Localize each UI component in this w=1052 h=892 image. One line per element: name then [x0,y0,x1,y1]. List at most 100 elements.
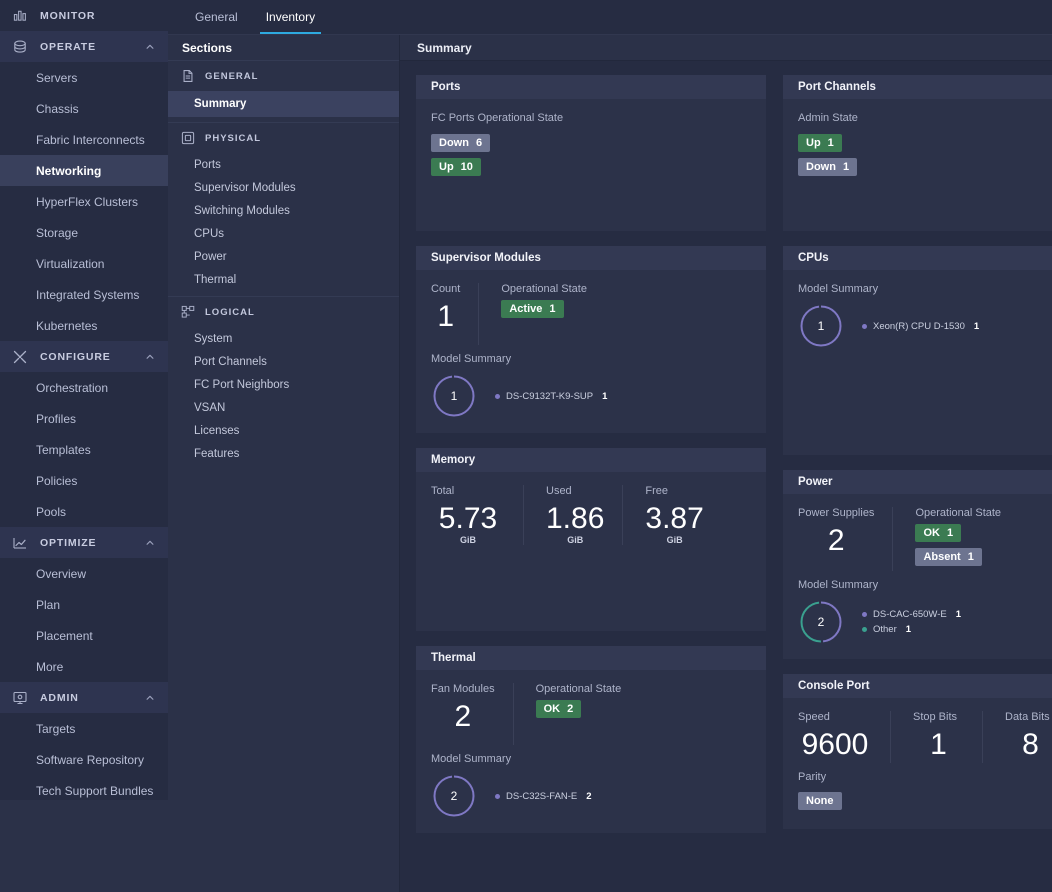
section-item-ports[interactable]: Ports [168,153,399,176]
thermal-badge-list: OK 2 [535,699,622,723]
sidebar-item-templates[interactable]: Templates [0,434,168,465]
port-channels-badge-list: Up 1 Down 1 [798,133,1052,181]
status-badge: OK 2 [535,700,582,718]
square-outline-icon [180,130,196,146]
power-stats: Power Supplies 2 Operational State OK 1 Ab… [798,507,1052,571]
sidebar-item-orchestration[interactable]: Orchestration [0,372,168,403]
section-item-port-channels[interactable]: Port Channels [168,350,399,373]
sidebar-item-hyperflex-clusters[interactable]: HyperFlex Clusters [0,186,168,217]
tab-inventory[interactable]: Inventory [252,0,329,34]
status-badge: Active 1 [501,300,564,318]
chevron-up-icon[interactable] [144,351,156,363]
model-donut-chart: 1 [431,373,477,419]
sidebar-item-integrated-systems[interactable]: Integrated Systems [0,279,168,310]
section-item-system[interactable]: System [168,327,399,350]
legend-model-count: 1 [905,624,912,635]
sidebar-item-more[interactable]: More [0,651,168,682]
section-item-vsan[interactable]: VSAN [168,396,399,419]
legend-model-name: Other [873,624,897,635]
sidebar-item-overview[interactable]: Overview [0,558,168,589]
document-icon [180,68,196,84]
section-item-features[interactable]: Features [168,442,399,465]
section-item-cpus[interactable]: CPUs [168,222,399,245]
nav-group-label: ADMIN [40,691,79,704]
stat-value: 5.73 [438,502,498,535]
sidebar-item-fabric-interconnects[interactable]: Fabric Interconnects [0,124,168,155]
chevron-up-icon[interactable] [144,692,156,704]
supervisor-model-row: 1 DS-C9132T-K9-SUP 1 [431,373,751,419]
sidebar-item-networking[interactable]: Networking [0,155,168,186]
supervisor-count-label: Count [431,283,461,295]
nav-group-operate[interactable]: OPERATE [0,31,168,62]
stat-label: Speed [798,711,830,723]
chevron-up-icon[interactable] [144,537,156,549]
card-body-memory: Total 5.73 GiB Used 1.86 GiB Free 3.87 GiB [416,472,766,631]
primary-sidebar: MONITOR OPERATE Servers Chassis Fabric Inter… [0,0,168,892]
supervisor-model-summary: Model Summary 1 DS-C9132T-K9-SUP 1 [431,353,751,419]
status-badge: None [798,792,842,810]
chevron-up-icon[interactable] [144,41,156,53]
sidebar-item-placement[interactable]: Placement [0,620,168,651]
stat-column: Used 1.86 GiB [523,485,622,545]
stat-value: 1 [930,728,947,761]
status-badge-label: Up [439,161,454,173]
card-title-console-port: Console Port [783,674,1052,698]
tools-icon [10,347,30,367]
power-model-row: 2 DS-CAC-650W-E 1 Other 1 [798,599,1052,645]
cpus-model-summary: Model Summary 1 Xeon(R) CPU D-1530 1 [798,283,1052,349]
sidebar-item-plan[interactable]: Plan [0,589,168,620]
status-badge: Up 1 [798,134,842,152]
sidebar-item-software-repository[interactable]: Software Repository [0,744,168,775]
section-item-fc-port-neighbors[interactable]: FC Port Neighbors [168,373,399,396]
sidebar-item-chassis[interactable]: Chassis [0,93,168,124]
sidebar-item-policies[interactable]: Policies [0,465,168,496]
stat-label: Stop Bits [913,711,958,723]
section-item-licenses[interactable]: Licenses [168,419,399,442]
status-badge-label: Down [439,137,469,149]
stat-label: Data Bits [1005,711,1050,723]
stat-value: 8 [1022,728,1039,761]
nav-group-monitor[interactable]: MONITOR [0,0,168,31]
legend-model-name: DS-C9132T-K9-SUP [506,390,594,402]
layers-icon [10,37,30,57]
power-state-stat: Operational State OK 1 Absent 1 [892,507,1019,571]
sidebar-item-kubernetes[interactable]: Kubernetes [0,310,168,341]
sidebar-item-storage[interactable]: Storage [0,217,168,248]
sidebar-item-virtualization[interactable]: Virtualization [0,248,168,279]
application-window: MONITOR OPERATE Servers Chassis Fabric Inter… [0,0,1052,892]
section-item-supervisor-modules[interactable]: Supervisor Modules [168,176,399,199]
card-body-ports: FC Ports Operational State Down 6 Up 10 [416,99,766,231]
nav-group-label: OPERATE [40,40,96,53]
card-body-cpus: Model Summary 1 Xeon(R) CPU D-1530 1 [783,270,1052,455]
nav-group-optimize[interactable]: OPTIMIZE [0,527,168,558]
sidebar-item-servers[interactable]: Servers [0,62,168,93]
nav-group-admin[interactable]: ADMIN [0,682,168,713]
legend-color-dot [862,323,867,329]
card-ports: Ports FC Ports Operational State Down 6 Up… [416,75,766,231]
stat-value: 1.86 [546,502,605,535]
card-cpus: CPUs Model Summary 1 Xeon(R) CPU D-1530 1 [783,246,1052,455]
model-legend: DS-C9132T-K9-SUP 1 [495,391,607,402]
tab-general[interactable]: General [181,0,252,34]
stat-value: 9600 [801,728,869,761]
sections-group-label: LOGICAL [205,306,255,318]
sidebar-item-profiles[interactable]: Profiles [0,403,168,434]
status-badge-label: Active [509,303,543,315]
card-body-console-port: Speed 9600 Stop Bits 1 Data Bits 8 Parity Non… [783,698,1052,829]
status-badge-count: 1 [842,161,850,173]
legend-model-count: 1 [955,609,962,620]
section-item-switching-modules[interactable]: Switching Modules [168,199,399,222]
card-memory: Memory Total 5.73 GiB Used 1.86 GiB Free 3.87 Gi… [416,448,766,631]
sidebar-item-targets[interactable]: Targets [0,713,168,744]
section-item-summary[interactable]: Summary [168,91,399,117]
thermal-state-label: Operational State [535,683,622,695]
power-count-label: Power Supplies [798,507,875,519]
section-item-power[interactable]: Power [168,245,399,268]
status-badge-label: Absent [923,551,961,563]
card-title-power: Power [783,470,1052,494]
sidebar-item-pools[interactable]: Pools [0,496,168,527]
section-item-thermal[interactable]: Thermal [168,268,399,291]
thermal-model-row: 2 DS-C32S-FAN-E 2 [431,773,751,819]
card-body-port-channels: Admin State Up 1 Down 1 [783,99,1052,231]
nav-group-configure[interactable]: CONFIGURE [0,341,168,372]
